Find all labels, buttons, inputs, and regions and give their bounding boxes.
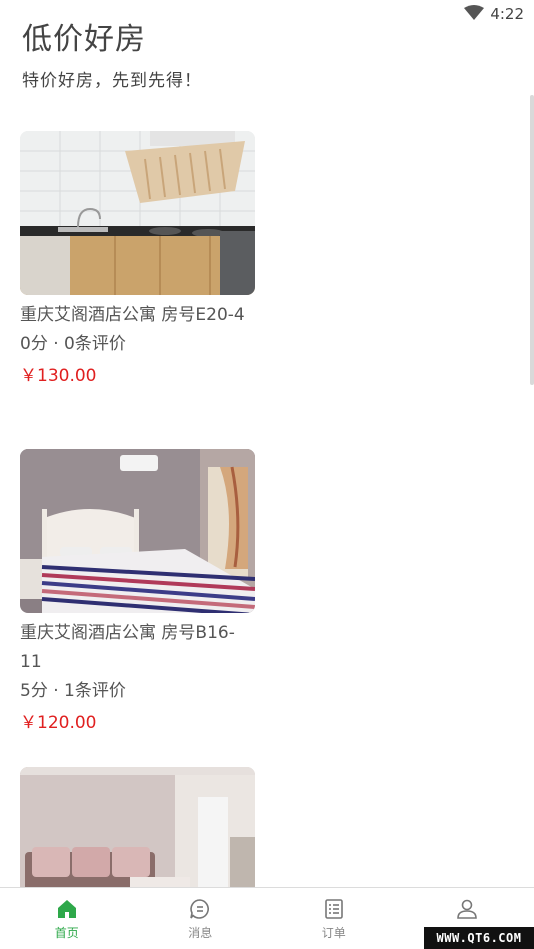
nav-item-messages[interactable]: 消息 [134, 888, 268, 949]
message-icon [190, 899, 210, 919]
listing-rating: 0分 · 0条评价 [20, 334, 126, 354]
page-subtitle: 特价好房，先到先得！ [22, 71, 202, 91]
listing-price: ￥130.00 [20, 366, 97, 386]
page-title: 低价好房 [22, 22, 146, 57]
listing-name: 重庆艾阁酒店公寓 房号E20-4 [20, 305, 245, 325]
nav-label-home: 首页 [54, 926, 79, 940]
nav-item-home[interactable]: 首页 [0, 888, 134, 949]
nav-label-orders: 订单 [321, 926, 346, 940]
listing-photo-kitchen[interactable] [20, 131, 255, 295]
wifi-icon [464, 5, 484, 20]
listing-card[interactable]: 重庆艾阁酒店公寓 房号B16-11 5分 · 1条评价 ￥120.00 [20, 449, 320, 737]
user-icon [457, 899, 478, 919]
order-list-icon [324, 899, 343, 919]
listing-name: 重庆艾阁酒店公寓 房号B16-11 [20, 623, 235, 672]
nav-item-orders[interactable]: 订单 [267, 888, 401, 949]
listing-rating: 5分 · 1条评价 [20, 681, 126, 701]
nav-label-messages: 消息 [188, 926, 213, 940]
scrollbar[interactable] [530, 95, 534, 385]
page-header: 低价好房 特价好房，先到先得！ [22, 14, 202, 91]
listing-photo-bedroom[interactable] [20, 449, 255, 613]
status-time: 4:22 [490, 5, 524, 23]
home-icon [57, 900, 76, 918]
watermark: WWW.QT6.COM [424, 927, 534, 949]
listing-card[interactable]: 重庆艾阁酒店公寓 房号E20-4 0分 · 0条评价 ￥130.00 [20, 131, 320, 390]
listing-price: ￥120.00 [20, 713, 97, 733]
